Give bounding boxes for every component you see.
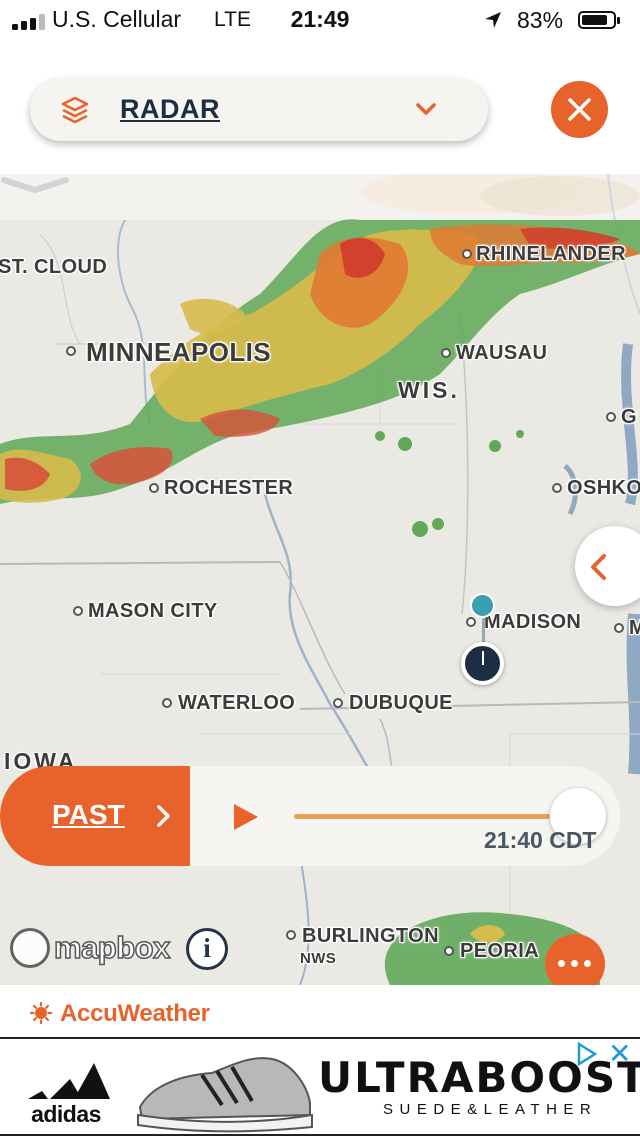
- city-label-rhinelander: RHINELANDER: [476, 243, 626, 265]
- city-dot: [466, 617, 476, 627]
- city-label-st-cloud: ST. CLOUD: [0, 256, 108, 278]
- past-button[interactable]: PAST: [0, 766, 190, 866]
- city-label-oshkosh: OSHKO: [567, 477, 640, 499]
- city-dot: [462, 249, 472, 259]
- ellipsis-icon: [558, 960, 592, 968]
- adidas-logo: adidas: [20, 1053, 112, 1133]
- header: RADAR: [0, 44, 640, 174]
- info-icon[interactable]: i: [186, 928, 228, 970]
- timeline-timestamp: 21:40 CDT: [484, 827, 597, 853]
- battery-icon: [578, 11, 620, 29]
- current-location-marker[interactable]: [461, 642, 504, 685]
- city-dot: [552, 483, 562, 493]
- status-bar: U.S. Cellular LTE 21:49 83%: [0, 0, 640, 44]
- accuweather-logo[interactable]: AccuWeather: [60, 1000, 210, 1028]
- sneaker-image: [137, 1057, 313, 1133]
- playback-panel: 21:40 CDT: [190, 766, 620, 866]
- city-label-green-bay: G: [621, 406, 637, 428]
- chevron-down-icon: [416, 103, 436, 115]
- city-dot: [162, 698, 172, 708]
- city-dot: [286, 930, 296, 940]
- ad-close-icon[interactable]: ✕: [608, 1037, 631, 1070]
- ad-subtitle: SUEDE&LEATHER: [383, 1101, 598, 1118]
- city-label-mason-city: MASON CITY: [88, 600, 218, 622]
- layer-selector[interactable]: RADAR: [30, 79, 488, 141]
- adidas-wordmark: adidas: [31, 1101, 101, 1127]
- mapbox-logo-icon: [10, 928, 50, 968]
- battery-level: [582, 15, 607, 25]
- city-dot: [444, 946, 454, 956]
- play-icon[interactable]: [232, 802, 260, 832]
- more-options-button[interactable]: [545, 934, 605, 985]
- city-dot: [606, 412, 616, 422]
- city-dot: [149, 483, 159, 493]
- battery-percent: 83%: [517, 7, 564, 33]
- accuweather-sun-icon: [30, 1002, 52, 1024]
- city-label-madison: MADISON: [484, 611, 582, 633]
- city-dot: [333, 698, 343, 708]
- map-pin-icon[interactable]: [470, 593, 495, 618]
- adidas-stripes-icon: [28, 1063, 110, 1099]
- nws-label: NWS: [300, 950, 337, 967]
- adchoices-icon[interactable]: [573, 1041, 601, 1067]
- state-label-wis: WIS.: [398, 377, 460, 403]
- city-label-wausau: WAUSAU: [456, 342, 548, 364]
- city-label-dubuque: DUBUQUE: [349, 692, 453, 714]
- city-label-minneapolis: MINNEAPOLIS: [86, 337, 271, 367]
- city-label-waterloo: WATERLOO: [178, 692, 296, 714]
- timeline-bar: PAST 21:40 CDT: [0, 766, 640, 866]
- chevron-right-icon: [157, 805, 170, 827]
- city-dot: [614, 623, 624, 633]
- city-label-peoria: PEORIA: [460, 940, 540, 962]
- ad-banner[interactable]: adidas ULTRABOOST SUEDE&LEATHER ✕: [0, 1037, 640, 1136]
- city-dot: [66, 346, 76, 356]
- city-label-burlington: BURLINGTON: [302, 925, 439, 947]
- info-glyph: i: [203, 933, 211, 963]
- layer-label: RADAR: [120, 94, 220, 124]
- city-dot: [73, 606, 83, 616]
- drawer-handle-icon[interactable]: [0, 174, 70, 198]
- layers-icon: [61, 96, 89, 124]
- mapbox-wordmark: mapbox: [53, 929, 171, 966]
- radar-map[interactable]: ST. CLOUD RHINELANDER MINNEAPOLIS WAUSAU…: [0, 174, 640, 985]
- chevron-left-icon: [591, 554, 606, 580]
- city-label-milwaukee: M: [629, 617, 640, 639]
- timeline-track[interactable]: [294, 814, 550, 819]
- location-arrow-icon: [485, 12, 501, 28]
- past-label: PAST: [52, 799, 125, 830]
- close-button[interactable]: [551, 81, 608, 138]
- close-icon: [568, 98, 591, 121]
- footer: AccuWeather: [0, 985, 640, 1037]
- city-label-rochester: ROCHESTER: [164, 477, 294, 499]
- city-dot: [441, 348, 451, 358]
